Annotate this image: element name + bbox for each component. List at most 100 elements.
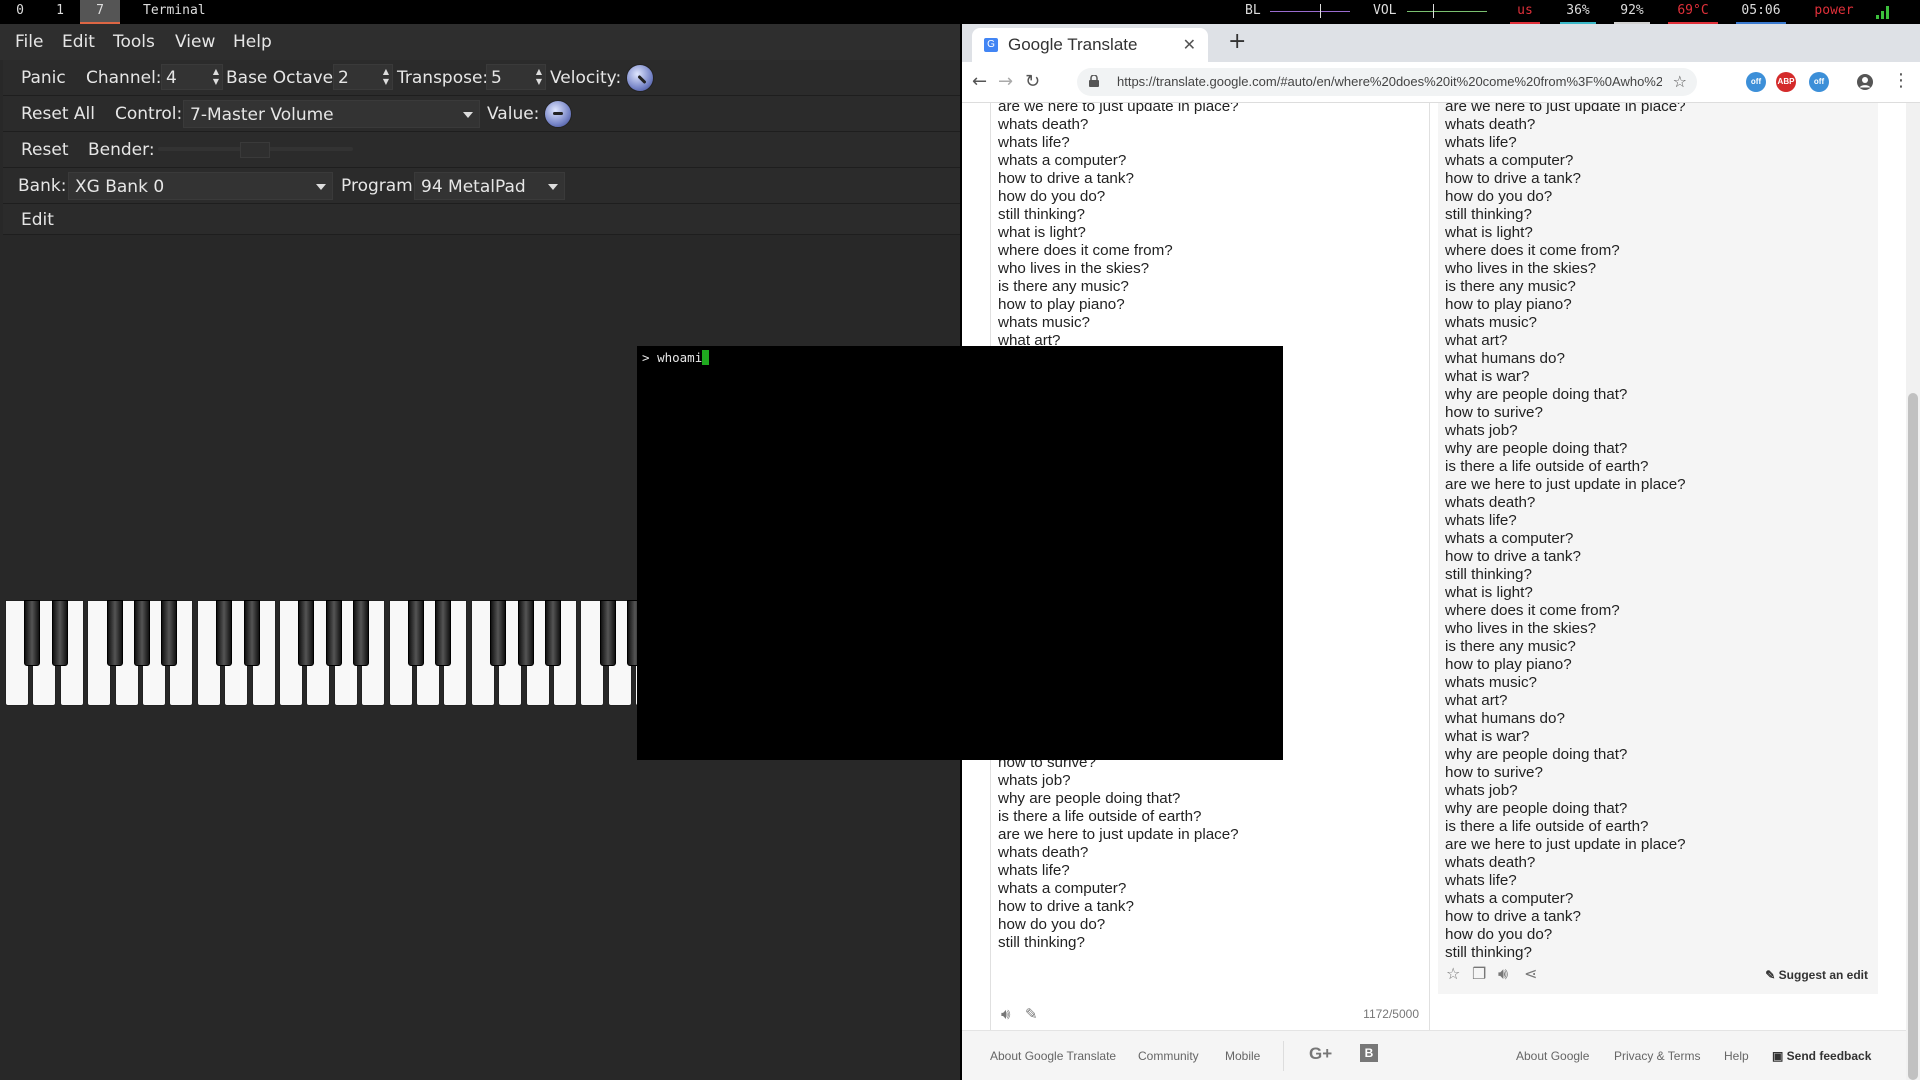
controller-value-knob[interactable]	[544, 100, 572, 128]
listen-speaker-icon[interactable]: 🔊︎	[1498, 964, 1508, 984]
tab-google-translate[interactable]: G Google Translate ✕	[972, 28, 1208, 62]
address-bar[interactable]: https://translate.google.com/#auto/en/wh…	[1077, 68, 1697, 96]
suggest-edit-link[interactable]: ✎ Suggest an edit	[1765, 968, 1868, 982]
source-line: whats a computer?	[998, 880, 1127, 897]
black-piano-key[interactable]	[325, 600, 342, 666]
black-piano-key[interactable]	[134, 600, 150, 666]
channel-spinbox[interactable]: 4 ▲ ▼	[161, 64, 223, 90]
menu-tools[interactable]: Tools	[113, 32, 155, 52]
copy-icon[interactable]: ❐	[1472, 964, 1486, 983]
translation-line: are we here to just update in place?	[1445, 836, 1686, 853]
black-piano-key[interactable]	[490, 600, 507, 666]
black-piano-key[interactable]	[243, 600, 260, 666]
browser-toolbar: ← → ↻ https://translate.google.com/#auto…	[962, 62, 1920, 103]
black-piano-key[interactable]	[545, 600, 561, 666]
menu-edit[interactable]: Edit	[62, 32, 95, 52]
translation-line: why are people doing that?	[1445, 800, 1628, 817]
program-dropdown[interactable]: 94 MetalPad	[414, 172, 565, 200]
star-icon[interactable]: ☆	[1446, 964, 1460, 983]
translation-line: whats death?	[1445, 116, 1536, 133]
extension-off-icon[interactable]: off	[1746, 72, 1766, 92]
reload-icon[interactable]: ↻	[1025, 71, 1040, 92]
volume-slider[interactable]	[1407, 11, 1487, 12]
black-piano-key[interactable]	[298, 600, 315, 666]
base-octave-spinbox[interactable]: 2 ▲ ▼	[333, 64, 393, 90]
translation-line: why are people doing that?	[1445, 746, 1628, 763]
privacy-terms-link[interactable]: Privacy & Terms	[1614, 1049, 1700, 1063]
handwrite-pencil-icon[interactable]: ✎	[1025, 1005, 1038, 1023]
black-piano-key[interactable]	[161, 600, 178, 666]
spin-arrows-icon[interactable]: ▲ ▼	[383, 67, 389, 87]
send-feedback-link[interactable]: ▣ Send feedback	[1772, 1049, 1871, 1063]
workspace-1[interactable]: 1	[48, 0, 72, 24]
black-piano-key[interactable]	[216, 600, 233, 666]
menu-view[interactable]: View	[175, 32, 215, 52]
share-icon[interactable]: ⋖	[1524, 964, 1537, 983]
black-piano-key[interactable]	[517, 600, 534, 666]
keyboard-layout[interactable]: us	[1510, 0, 1540, 24]
adblock-plus-icon[interactable]: ABP	[1776, 72, 1796, 92]
workspace-0[interactable]: 0	[8, 0, 32, 24]
translation-footer: ☆ ❐ 🔊︎ ⋖ ✎ Suggest an edit	[1438, 958, 1878, 994]
source-footer: 🔊︎ ✎ 1172/5000	[991, 997, 1429, 1033]
source-line: whats a computer?	[998, 152, 1127, 169]
black-piano-key[interactable]	[599, 600, 616, 666]
mobile-link[interactable]: Mobile	[1225, 1049, 1260, 1063]
blogger-icon[interactable]: B	[1360, 1044, 1378, 1062]
about-google-translate-link[interactable]: About Google Translate	[990, 1049, 1116, 1063]
velocity-knob[interactable]	[626, 64, 654, 92]
scrollbar-thumb[interactable]	[1908, 393, 1918, 1080]
menu-help[interactable]: Help	[233, 32, 272, 52]
listen-speaker-icon[interactable]: 🔊︎	[1001, 1005, 1010, 1023]
about-google-link[interactable]: About Google	[1516, 1049, 1589, 1063]
black-piano-key[interactable]	[408, 600, 424, 666]
source-line: whats music?	[998, 314, 1091, 331]
new-tab-icon[interactable]: +	[1228, 29, 1246, 54]
google-plus-icon[interactable]: G+	[1309, 1044, 1332, 1064]
spin-arrows-icon[interactable]: ▲ ▼	[213, 67, 219, 87]
extension-off-icon[interactable]: off	[1809, 72, 1829, 92]
profile-avatar-icon[interactable]	[1856, 73, 1874, 91]
black-piano-key[interactable]	[106, 600, 123, 666]
source-line: whats life?	[998, 862, 1070, 879]
bender-slider-handle[interactable]	[240, 142, 270, 158]
value-label: Value:	[487, 104, 540, 124]
black-piano-key[interactable]	[353, 600, 370, 666]
control-dropdown[interactable]: 7-Master Volume	[183, 100, 480, 128]
help-link[interactable]: Help	[1724, 1049, 1749, 1063]
backlight-slider[interactable]	[1270, 11, 1350, 12]
translation-line: whats a computer?	[1445, 530, 1574, 547]
translation-line: how do you do?	[1445, 926, 1553, 943]
community-link[interactable]: Community	[1138, 1049, 1199, 1063]
translation-line: why are people doing that?	[1445, 386, 1628, 403]
workspace-7[interactable]: 7	[80, 0, 120, 24]
source-line: whats job?	[998, 772, 1071, 789]
terminal-window[interactable]: > whoami	[637, 346, 1283, 760]
translation-line: what is war?	[1445, 728, 1530, 745]
panic-button[interactable]: Panic	[21, 68, 66, 88]
page-scrollbar[interactable]	[1906, 103, 1920, 1080]
menu-kebab-icon[interactable]: ⋮	[1892, 70, 1910, 91]
reset-button[interactable]: Reset	[21, 140, 69, 160]
transpose-spinbox[interactable]: 5 ▲ ▼	[486, 64, 546, 90]
bank-dropdown[interactable]: XG Bank 0	[68, 172, 333, 200]
power-indicator[interactable]: power	[1806, 0, 1862, 24]
black-piano-key[interactable]	[51, 600, 68, 666]
black-piano-key[interactable]	[435, 600, 452, 666]
black-piano-key[interactable]	[24, 600, 41, 666]
clock: 05:06	[1736, 0, 1786, 24]
close-tab-icon[interactable]: ✕	[1183, 35, 1196, 54]
edit-button[interactable]: Edit	[21, 210, 54, 230]
translation-line: how to drive a tank?	[1445, 908, 1581, 925]
translation-line: are we here to just update in place?	[1445, 103, 1686, 115]
google-translate-favicon-icon: G	[984, 38, 998, 52]
translation-output: are we here to just update in place? what…	[1438, 103, 1878, 994]
menu-file[interactable]: File	[15, 32, 43, 52]
bookmark-star-icon[interactable]: ☆	[1673, 72, 1687, 91]
forward-arrow-icon[interactable]: →	[998, 71, 1013, 92]
back-arrow-icon[interactable]: ←	[972, 71, 987, 92]
translation-line: whats music?	[1445, 674, 1538, 691]
backlight-level-marker	[1320, 4, 1321, 18]
reset-all-button[interactable]: Reset All	[21, 104, 95, 124]
spin-arrows-icon[interactable]: ▲ ▼	[536, 67, 542, 87]
